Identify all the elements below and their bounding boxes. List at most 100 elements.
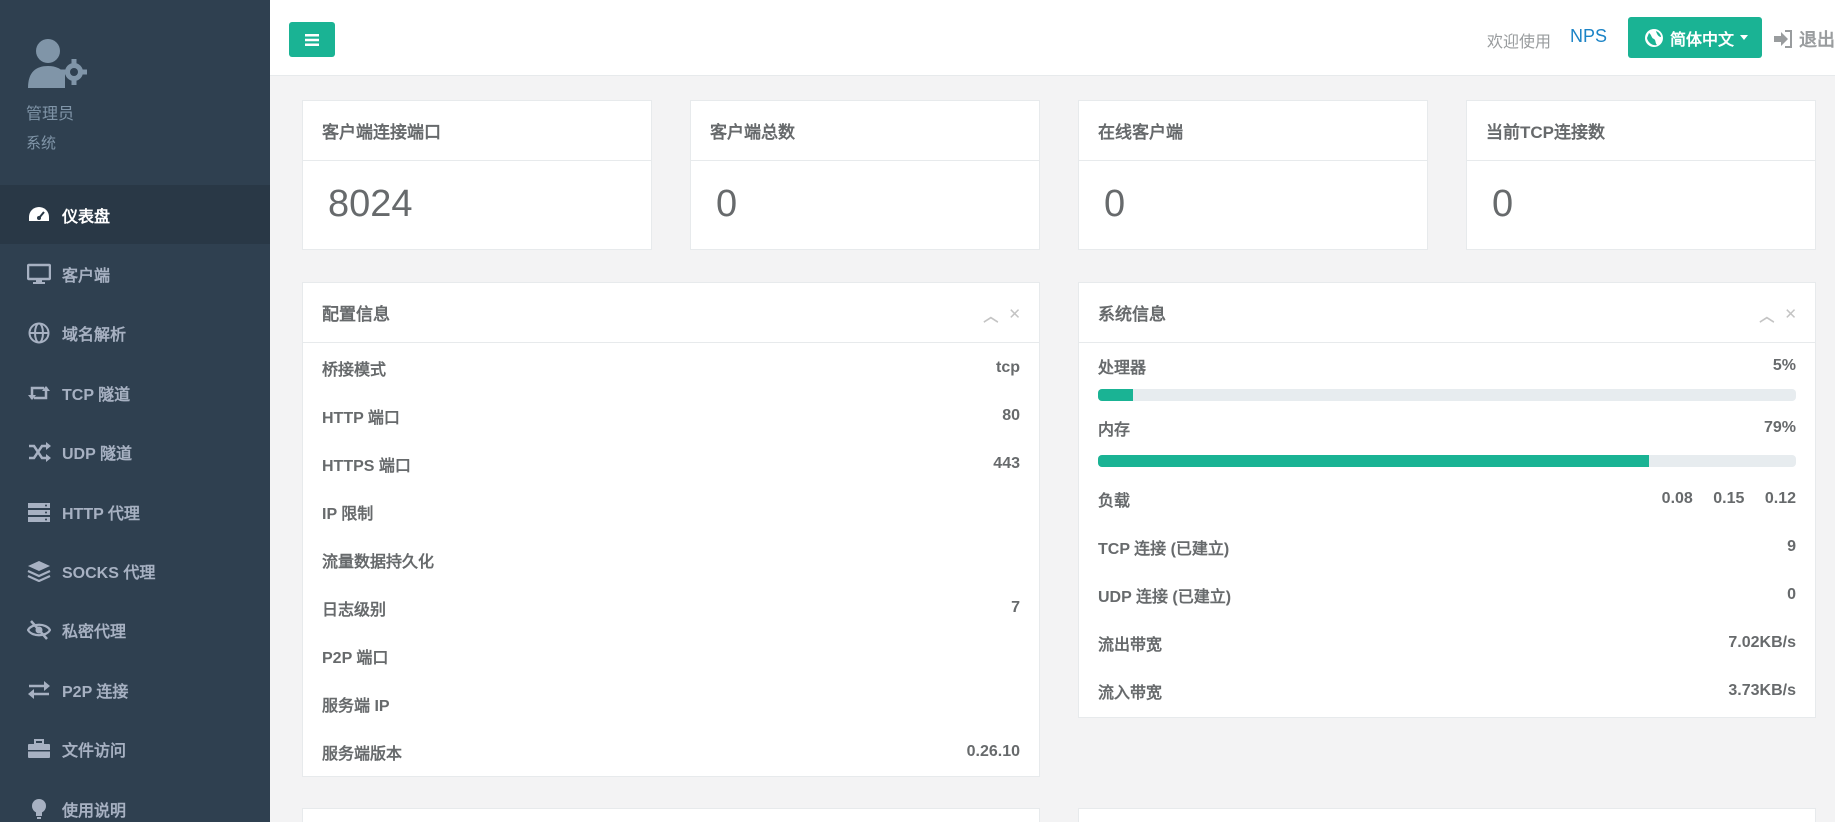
- close-icon[interactable]: ✕: [1008, 305, 1021, 326]
- sidebar-item-label: SOCKS 代理: [62, 565, 156, 583]
- caret-down-icon: [1740, 35, 1749, 40]
- cpu-value: 5%: [1772, 357, 1796, 374]
- config-value: 0.26.10: [966, 743, 1020, 760]
- briefcase-icon: [26, 738, 52, 760]
- sidebar-item-clients[interactable]: 客户端: [0, 244, 270, 303]
- sidebar-item-label: 文件访问: [62, 743, 127, 761]
- retweet-icon: [26, 382, 52, 404]
- panel-title: 系统信息: [1098, 305, 1166, 324]
- config-row: IP 限制: [303, 488, 1039, 536]
- eye-slash-icon: [26, 619, 52, 641]
- cpu-label: 处理器: [1098, 360, 1147, 377]
- sidebar-item-tcp[interactable]: TCP 隧道: [0, 363, 270, 422]
- collapse-icon[interactable]: ︿: [1759, 305, 1774, 326]
- config-label: IP 限制: [322, 506, 374, 523]
- config-label: 服务端版本: [322, 746, 403, 763]
- sidebar-item-secret[interactable]: 私密代理: [0, 601, 270, 660]
- config-label: 桥接模式: [322, 362, 387, 379]
- stat-card-client-total: 客户端总数 0: [690, 100, 1040, 250]
- stat-card-value: 0: [1492, 183, 1514, 225]
- menu-toggle-button[interactable]: [289, 22, 335, 57]
- sidebar-item-label: 使用说明: [62, 802, 127, 820]
- config-row: 服务端 IP: [303, 680, 1039, 728]
- sign-in-icon: [1774, 30, 1792, 48]
- desktop-icon: [26, 263, 52, 285]
- config-value: tcp: [996, 359, 1020, 376]
- config-label: P2P 端口: [322, 650, 389, 667]
- system-value: 3.73KB/s: [1728, 682, 1796, 699]
- sidebar-item-http[interactable]: HTTP 代理: [0, 482, 270, 541]
- stat-card-title: 客户端连接端口: [303, 101, 651, 161]
- memory-progress-bar: [1098, 455, 1796, 467]
- config-row: 日志级别 7: [303, 584, 1039, 632]
- language-label: 简体中文: [1670, 31, 1735, 49]
- config-label: 服务端 IP: [322, 698, 390, 715]
- layers-icon: [26, 560, 52, 583]
- config-value: 7: [1011, 599, 1020, 616]
- sidebar-item-label: P2P 连接: [62, 683, 129, 701]
- sidebar-nav: 仪表盘 客户端 域名解析 TCP 隧道 UDP 隧道 HTTP 代理 SOCKS…: [0, 185, 270, 822]
- system-row: 流入带宽 3.73KB/s: [1079, 667, 1815, 715]
- config-row: HTTP 端口 80: [303, 392, 1039, 440]
- language-dropdown[interactable]: 简体中文: [1628, 17, 1762, 58]
- panel-tools: ︿ ✕: [1759, 305, 1797, 326]
- config-value: 443: [993, 455, 1020, 472]
- system-value: 9: [1787, 538, 1796, 555]
- load-row: 负载 0.08 0.15 0.12: [1079, 475, 1815, 523]
- sidebar-item-socks[interactable]: SOCKS 代理: [0, 541, 270, 600]
- system-row: TCP 连接 (已建立) 9: [1079, 523, 1815, 571]
- load-5m: 0.15: [1713, 490, 1745, 507]
- system-panel-header: 系统信息 ︿ ✕: [1079, 283, 1815, 343]
- system-row: UDP 连接 (已建立) 0: [1079, 571, 1815, 619]
- lower-panel-left: [302, 808, 1040, 822]
- cpu-progress-fill: [1098, 389, 1133, 401]
- system-label: 流出带宽: [1098, 637, 1163, 654]
- logout-link[interactable]: 退出: [1773, 26, 1835, 52]
- sidebar-item-label: 私密代理: [62, 624, 127, 642]
- stat-card-title: 当前TCP连接数: [1467, 101, 1815, 161]
- stat-card-value: 8024: [328, 183, 413, 225]
- sidebar-item-label: 仪表盘: [62, 208, 111, 226]
- sidebar-item-files[interactable]: 文件访问: [0, 720, 270, 779]
- panel-tools: ︿ ✕: [983, 305, 1021, 326]
- load-values: 0.08 0.15 0.12: [1646, 490, 1796, 508]
- sidebar-item-label: HTTP 代理: [62, 505, 140, 523]
- profile-name: 管理员: [26, 106, 75, 123]
- user-cog-icon: [26, 38, 90, 90]
- config-panel-header: 配置信息 ︿ ✕: [303, 283, 1039, 343]
- globe-icon: [26, 322, 52, 344]
- sidebar-item-udp[interactable]: UDP 隧道: [0, 423, 270, 482]
- lower-panel-right: [1078, 808, 1816, 822]
- exchange-icon: [26, 679, 52, 701]
- memory-label: 内存: [1098, 422, 1131, 439]
- stat-card-value: 0: [716, 183, 738, 225]
- profile-role: 系统: [26, 135, 57, 152]
- stat-card-tcp-connections: 当前TCP连接数 0: [1466, 100, 1816, 250]
- system-label: UDP 连接 (已建立): [1098, 589, 1232, 606]
- memory-progress-fill: [1098, 455, 1650, 467]
- cpu-row: 处理器 5%: [1079, 343, 1815, 389]
- welcome-text: 欢迎使用: [1487, 34, 1552, 51]
- stat-card-value: 0: [1104, 183, 1126, 225]
- config-panel: 配置信息 ︿ ✕ 桥接模式 tcp HTTP 端口 80 HTTPS 端口 443 I…: [302, 282, 1040, 777]
- sidebar-item-dashboard[interactable]: 仪表盘: [0, 185, 270, 245]
- sidebar-item-domain[interactable]: 域名解析: [0, 304, 270, 363]
- hamburger-icon: [305, 33, 319, 46]
- load-15m: 0.12: [1764, 490, 1796, 507]
- system-value: 7.02KB/s: [1728, 634, 1796, 651]
- stat-card-title: 客户端总数: [691, 101, 1039, 161]
- system-row: 流出带宽 7.02KB/s: [1079, 619, 1815, 667]
- panel-title: 配置信息: [322, 305, 390, 324]
- config-value: 80: [1002, 407, 1020, 424]
- config-label: HTTPS 端口: [322, 458, 411, 475]
- config-label: HTTP 端口: [322, 410, 400, 427]
- collapse-icon[interactable]: ︿: [983, 305, 998, 326]
- sidebar-item-help[interactable]: 使用说明: [0, 779, 270, 822]
- profile[interactable]: 管理员 系统: [26, 38, 90, 153]
- load-1m: 0.08: [1661, 490, 1693, 507]
- sidebar-item-p2p[interactable]: P2P 连接: [0, 660, 270, 719]
- brand-link[interactable]: NPS: [1570, 26, 1607, 47]
- stat-card-title: 在线客户端: [1079, 101, 1427, 161]
- sidebar: 管理员 系统 仪表盘 客户端 域名解析 TCP 隧道 UDP 隧道 HTTP 代…: [0, 0, 270, 822]
- close-icon[interactable]: ✕: [1784, 305, 1797, 326]
